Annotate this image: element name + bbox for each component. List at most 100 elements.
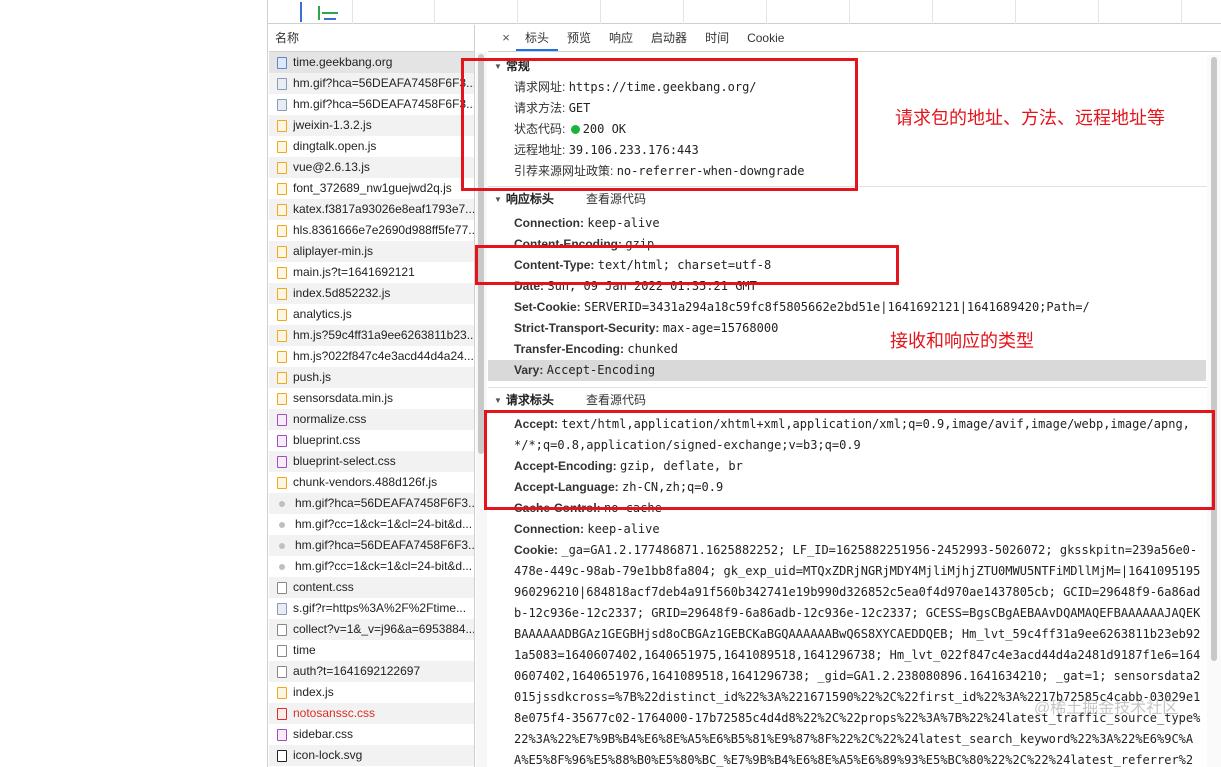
- request-name: hm.js?59c4ff31a9ee6263811b23...: [293, 328, 474, 342]
- dot-file-icon: [279, 500, 285, 507]
- plain-file-icon: [277, 623, 287, 636]
- header-value: keep-alive: [587, 216, 660, 230]
- request-row[interactable]: hm.gif?hca=56DEAFA7458F6F3...: [269, 94, 474, 115]
- request-row[interactable]: normalize.css: [269, 409, 474, 430]
- request-headers-section-header[interactable]: ▼ 请求标头 查看源代码: [488, 390, 1221, 411]
- view-source-link[interactable]: 查看源代码: [586, 189, 646, 210]
- response-headers-list: Connection: keep-alive Content-Encoding: …: [488, 210, 1221, 381]
- dot-file-icon: [279, 563, 285, 570]
- plain-file-icon: [277, 581, 287, 594]
- header-row: Strict-Transport-Security: max-age=15768…: [488, 318, 1221, 339]
- request-row[interactable]: index.5d852232.js: [269, 283, 474, 304]
- scrollbar-thumb[interactable]: [1211, 57, 1217, 661]
- js-file-icon: [277, 686, 287, 699]
- request-row[interactable]: collect?v=1&_v=j96&a=6953884...: [269, 619, 474, 640]
- header-row: Set-Cookie: SERVERID=3431a294a18c59fc8f5…: [488, 297, 1221, 318]
- request-name: font_372689_nw1guejwd2q.js: [293, 181, 452, 195]
- request-row[interactable]: hm.gif?hca=56DEAFA7458F6F3...: [269, 73, 474, 94]
- request-name: chunk-vendors.488d126f.js: [293, 475, 438, 489]
- header-value: keep-alive: [587, 522, 660, 536]
- js-file-icon: [277, 203, 287, 216]
- header-key: Connection:: [514, 216, 584, 230]
- err-file-icon: [277, 707, 287, 720]
- request-row[interactable]: auth?t=1641692122697: [269, 661, 474, 682]
- timeline-bars: [300, 2, 340, 22]
- request-name: aliplayer-min.js: [293, 244, 374, 258]
- request-name: hm.gif?cc=1&ck=1&cl=24-bit&d...: [295, 559, 473, 573]
- js-file-icon: [277, 140, 287, 153]
- request-row[interactable]: content.css: [269, 577, 474, 598]
- tab-cookie[interactable]: Cookie: [738, 25, 793, 51]
- plain-file-icon: [277, 644, 287, 657]
- request-row[interactable]: jweixin-1.3.2.js: [269, 115, 474, 136]
- name-column-header[interactable]: 名称: [269, 25, 474, 52]
- request-row[interactable]: time.geekbang.org: [269, 52, 474, 73]
- request-row[interactable]: icon-lock.svg: [269, 745, 474, 766]
- header-key: Strict-Transport-Security:: [514, 321, 660, 335]
- header-value: chunked: [627, 342, 678, 356]
- header-value: Accept-Encoding: [546, 363, 656, 377]
- request-row[interactable]: index.js: [269, 682, 474, 703]
- annotation-box-request-accept: [484, 410, 1215, 510]
- request-name: hm.gif?hca=56DEAFA7458F6F3...: [293, 97, 474, 111]
- request-row[interactable]: hm.js?59c4ff31a9ee6263811b23...: [269, 325, 474, 346]
- header-row: Cookie: _ga=GA1.2.177486871.1625882252; …: [488, 540, 1221, 767]
- header-key: Vary:: [514, 363, 544, 377]
- tab-response[interactable]: 响应: [600, 25, 642, 51]
- header-row: Vary: Accept-Encoding: [488, 360, 1206, 381]
- request-row[interactable]: hm.gif?cc=1&ck=1&cl=24-bit&d...: [269, 556, 474, 577]
- request-row[interactable]: dingtalk.open.js: [269, 136, 474, 157]
- js-file-icon: [277, 287, 287, 300]
- triangle-down-icon: ▼: [494, 195, 502, 204]
- js-file-icon: [277, 224, 287, 237]
- js-file-icon: [277, 371, 287, 384]
- request-row[interactable]: hm.gif?hca=56DEAFA7458F6F3...: [269, 493, 474, 514]
- annotation-box-general: [461, 58, 858, 191]
- request-name: hm.gif?hca=56DEAFA7458F6F3...: [293, 76, 474, 90]
- request-row[interactable]: hm.gif?hca=56DEAFA7458F6F3...: [269, 535, 474, 556]
- request-name: hm.gif?hca=56DEAFA7458F6F3...: [295, 496, 474, 510]
- request-row[interactable]: notosanssc.css: [269, 703, 474, 724]
- request-name: dingtalk.open.js: [293, 139, 377, 153]
- request-row[interactable]: chunk-vendors.488d126f.js: [269, 472, 474, 493]
- request-row[interactable]: s.gif?r=https%3A%2F%2Ftime...: [269, 598, 474, 619]
- annotation-box-content-type: [475, 245, 899, 285]
- doc-file-icon: [277, 56, 287, 69]
- dot-file-icon: [279, 542, 285, 549]
- request-row[interactable]: font_372689_nw1guejwd2q.js: [269, 178, 474, 199]
- request-row[interactable]: hls.8361666e7e2690d988ff5fe77...: [269, 220, 474, 241]
- request-row[interactable]: hm.gif?cc=1&ck=1&cl=24-bit&d...: [269, 514, 474, 535]
- request-row[interactable]: sidebar.css: [269, 724, 474, 745]
- request-row[interactable]: blueprint.css: [269, 430, 474, 451]
- request-row[interactable]: sensorsdata.min.js: [269, 388, 474, 409]
- request-name: time: [293, 643, 316, 657]
- response-headers-section-header[interactable]: ▼ 响应标头 查看源代码: [488, 189, 1221, 210]
- js-file-icon: [277, 308, 287, 321]
- request-row[interactable]: analytics.js: [269, 304, 474, 325]
- request-name: blueprint.css: [293, 433, 361, 447]
- request-row[interactable]: katex.f3817a93026e8eaf1793e7...: [269, 199, 474, 220]
- tab-headers[interactable]: 标头: [516, 25, 559, 51]
- js-file-icon: [277, 392, 287, 405]
- request-name: analytics.js: [293, 307, 352, 321]
- network-timeline-overview[interactable]: [268, 0, 1221, 24]
- close-icon[interactable]: ×: [496, 25, 516, 51]
- header-key: Cookie:: [514, 543, 559, 557]
- css-file-icon: [277, 413, 287, 426]
- request-row[interactable]: main.js?t=1641692121: [269, 262, 474, 283]
- request-row[interactable]: blueprint-select.css: [269, 451, 474, 472]
- js-file-icon: [277, 350, 287, 363]
- request-row[interactable]: push.js: [269, 367, 474, 388]
- request-name: hm.gif?hca=56DEAFA7458F6F3...: [295, 538, 474, 552]
- request-row[interactable]: hm.js?022f847c4e3acd44d4a24...: [269, 346, 474, 367]
- header-key: Set-Cookie:: [514, 300, 581, 314]
- tab-timing[interactable]: 时间: [696, 25, 738, 51]
- request-row[interactable]: vue@2.6.13.js: [269, 157, 474, 178]
- request-row[interactable]: time: [269, 640, 474, 661]
- request-list: time.geekbang.org hm.gif?hca=56DEAFA7458F…: [269, 52, 474, 766]
- tab-preview[interactable]: 预览: [558, 25, 600, 51]
- tab-initiator[interactable]: 启动器: [642, 25, 696, 51]
- view-source-link[interactable]: 查看源代码: [586, 390, 646, 411]
- request-row[interactable]: aliplayer-min.js: [269, 241, 474, 262]
- js-file-icon: [277, 119, 287, 132]
